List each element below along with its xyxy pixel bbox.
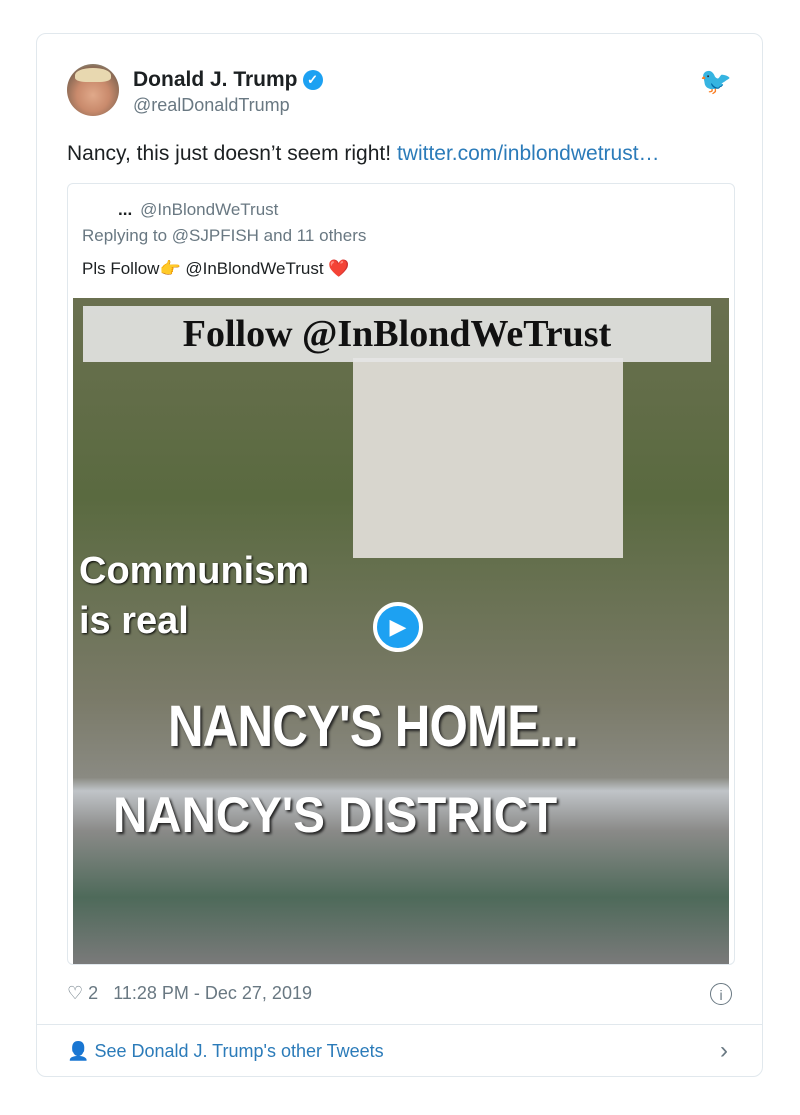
media-district-text: NANCY'S DISTRICT	[113, 787, 558, 843]
media-banner-text: Follow @InBlondWeTrust	[83, 306, 711, 362]
tweet-footer: ♡ 2 11:28 PM - Dec 27, 2019	[67, 983, 312, 1004]
quoted-text: Pls Follow👉 @InBlondWeTrust ❤️	[82, 259, 350, 278]
tweet-card: Donald J. Trump ✓ @realDonaldTrump 🐦 Nanc…	[36, 33, 763, 1077]
author-name[interactable]: Donald J. Trump ✓	[133, 68, 323, 92]
divider	[37, 1024, 762, 1025]
play-icon[interactable]: ▶	[373, 602, 423, 652]
tweet-link[interactable]: twitter.com/inblondwetrust…	[397, 142, 660, 165]
person-icon: 👤	[67, 1041, 90, 1061]
info-icon[interactable]: i	[710, 983, 732, 1005]
replying-to: Replying to @SJPFISH and 11 others	[82, 226, 367, 245]
like-count: 2	[88, 983, 99, 1003]
quoted-author: ... @InBlondWeTrust	[118, 200, 279, 219]
video-thumbnail[interactable]: Follow @InBlondWeTrust Communism is real …	[73, 298, 729, 964]
verified-icon: ✓	[302, 70, 323, 90]
chevron-right-icon[interactable]: ›	[720, 1037, 728, 1065]
media-caption: Communism is real	[79, 550, 310, 642]
author-handle[interactable]: @realDonaldTrump	[133, 95, 290, 116]
quoted-tweet[interactable]: ... @InBlondWeTrust Replying to @SJPFISH …	[67, 183, 735, 965]
heart-icon[interactable]: ♡	[67, 983, 83, 1003]
tweet-text: Nancy, this just doesn’t seem right! twi…	[67, 142, 660, 165]
avatar[interactable]	[67, 64, 119, 116]
media-home-text: NANCY'S HOME...	[168, 694, 579, 759]
twitter-bird-icon[interactable]: 🐦	[700, 66, 732, 97]
see-other-tweets-link[interactable]: 👤 See Donald J. Trump's other Tweets	[67, 1041, 384, 1062]
house-image	[353, 358, 623, 558]
timestamp[interactable]: 11:28 PM - Dec 27, 2019	[113, 983, 312, 1003]
